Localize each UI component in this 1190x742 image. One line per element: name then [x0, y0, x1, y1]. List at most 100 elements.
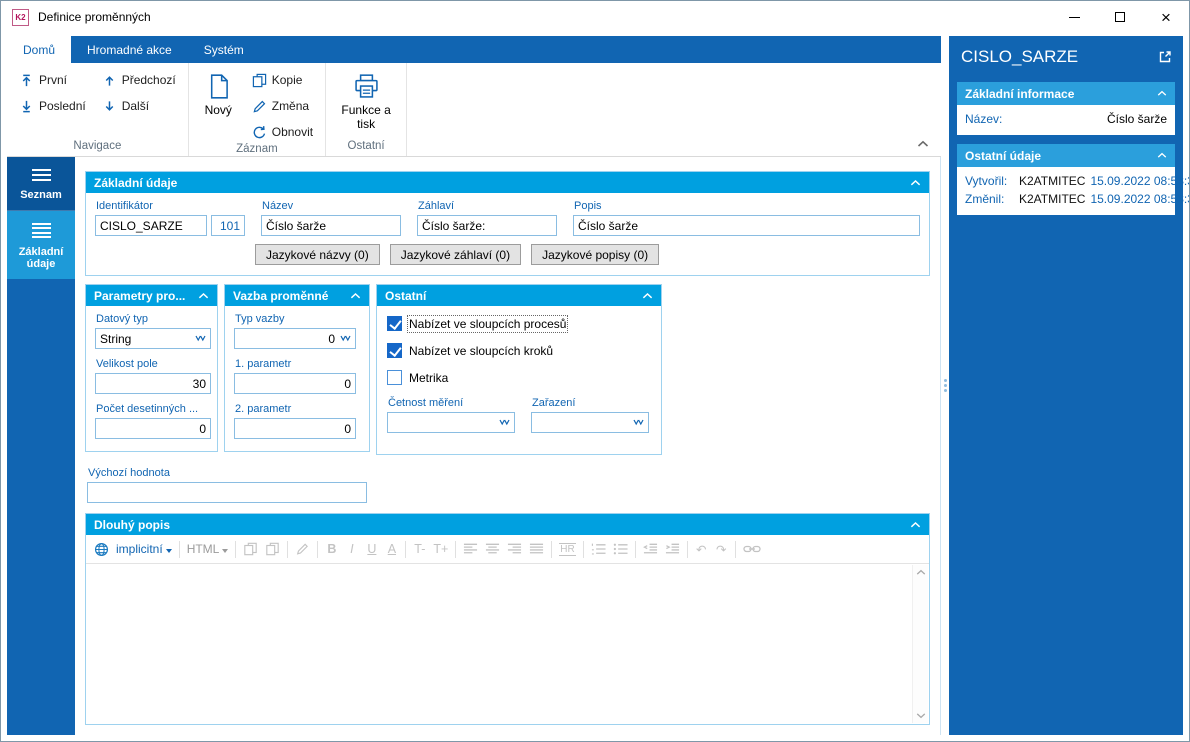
open-in-window-icon[interactable]: [1158, 50, 1172, 64]
collapse-section-icon[interactable]: [1157, 152, 1167, 159]
printer-icon: [352, 72, 381, 101]
horizontal-rule-icon[interactable]: HR: [559, 542, 576, 556]
field-typ-vazby: Typ vazby 0: [234, 313, 360, 349]
identifikator-input[interactable]: [95, 215, 207, 236]
parametr2-input[interactable]: [234, 418, 356, 439]
checkbox-row-metrika: Metrika: [387, 370, 651, 385]
group-label-navigace: Navigace: [73, 140, 122, 152]
zakladni-udaje-label: Základní údaje: [18, 245, 64, 270]
left-sidebar: Seznam Základní údaje: [7, 157, 75, 735]
html-mode-select[interactable]: HTML: [187, 542, 229, 556]
checkbox-metrika[interactable]: [387, 370, 402, 385]
parametr1-input[interactable]: [234, 373, 356, 394]
zarazeni-select[interactable]: [531, 412, 649, 433]
align-justify-icon[interactable]: [529, 542, 544, 556]
checkbox-nabizet-procesu[interactable]: [387, 316, 402, 331]
change-button[interactable]: Změna: [249, 95, 316, 117]
editor-scrollbar[interactable]: [912, 565, 928, 723]
italic-icon[interactable]: I: [345, 542, 358, 556]
close-button[interactable]: ×: [1143, 1, 1189, 33]
collapse-panel-icon[interactable]: [350, 292, 361, 300]
collapse-ribbon-icon[interactable]: [917, 140, 929, 148]
collapse-panel-icon[interactable]: [642, 292, 653, 300]
zmenil-date: 15.09.2022 08:53:31: [1090, 192, 1190, 206]
scroll-up-icon[interactable]: [916, 569, 926, 576]
panel-vazba-promenne: Vazba proměnné Typ vazby 0 1. parametr 0…: [224, 284, 370, 452]
functions-print-button[interactable]: Funkce a tisk: [335, 69, 397, 140]
collapse-panel-icon[interactable]: [910, 179, 921, 187]
first-button[interactable]: První: [16, 69, 89, 91]
previous-button[interactable]: Předchozí: [99, 69, 179, 91]
checkbox-label[interactable]: Nabízet ve sloupcích kroků: [409, 344, 553, 358]
minimize-button[interactable]: [1051, 1, 1097, 33]
font-decrease-icon[interactable]: T-: [413, 542, 426, 556]
datovy-typ-select[interactable]: String: [95, 328, 211, 349]
editor-content[interactable]: [86, 564, 929, 724]
tab-domu[interactable]: Domů: [7, 36, 72, 63]
collapse-panel-icon[interactable]: [198, 292, 209, 300]
section-header-zakladni-informace[interactable]: Základní informace: [957, 82, 1175, 105]
cetnost-mereni-label: Četnost měření: [388, 397, 464, 409]
checkbox-label[interactable]: Nabízet ve sloupcích procesů: [406, 314, 569, 333]
paste-icon[interactable]: [265, 542, 280, 556]
sidebar-item-zakladni-udaje[interactable]: Základní údaje: [7, 211, 75, 279]
pocet-desetinnych-input[interactable]: [95, 418, 211, 439]
scroll-down-icon[interactable]: [916, 712, 926, 719]
new-button[interactable]: Nový: [198, 69, 239, 143]
arrow-down-icon: [102, 99, 117, 114]
language-select[interactable]: implicitní: [116, 542, 172, 556]
collapse-panel-icon[interactable]: [910, 521, 921, 529]
outdent-icon[interactable]: [643, 542, 658, 556]
checkbox-nabizet-kroku[interactable]: [387, 343, 402, 358]
combo-dropdown-icon: [340, 335, 351, 342]
indent-icon[interactable]: [665, 542, 680, 556]
vychozi-hodnota-input[interactable]: [87, 482, 367, 503]
ribbon: První Poslední Předchozí Další Navigace …: [7, 63, 941, 157]
zahlavi-input[interactable]: [417, 215, 557, 236]
ribbon-empty-area: [407, 63, 941, 156]
popis-input[interactable]: [573, 215, 920, 236]
tab-hromadne-akce[interactable]: Hromadné akce: [71, 36, 188, 63]
font-color-icon[interactable]: A: [385, 542, 398, 556]
collapse-section-icon[interactable]: [1157, 90, 1167, 97]
align-center-icon[interactable]: [485, 542, 500, 556]
combo-dropdown-icon: [499, 419, 510, 426]
jazykove-nazvy-button[interactable]: Jazykové názvy (0): [255, 244, 380, 265]
section-header-ostatni-udaje[interactable]: Ostatní údaje: [957, 144, 1175, 167]
align-left-icon[interactable]: [463, 542, 478, 556]
refresh-button[interactable]: Obnovit: [249, 121, 316, 143]
ordered-list-icon[interactable]: [591, 542, 606, 556]
underline-icon[interactable]: U: [365, 542, 378, 556]
undo-icon[interactable]: ↶: [695, 542, 708, 557]
panel-splitter[interactable]: [941, 36, 949, 735]
copy-icon[interactable]: [243, 542, 258, 556]
identifikator-label: Identifikátor: [96, 200, 153, 212]
group-label-ostatni: Ostatní: [347, 140, 385, 152]
jazykove-popisy-button[interactable]: Jazykové popisy (0): [531, 244, 660, 265]
last-button[interactable]: Poslední: [16, 95, 89, 117]
align-right-icon[interactable]: [507, 542, 522, 556]
zmenil-user: K2ATMITEC: [1019, 192, 1086, 206]
vytvoril-label: Vytvořil:: [965, 174, 1008, 188]
unordered-list-icon[interactable]: [613, 542, 628, 556]
redo-icon[interactable]: ↷: [715, 542, 728, 557]
nazev-label: Název:: [965, 112, 1003, 126]
bold-icon[interactable]: B: [325, 542, 338, 556]
sidebar-item-seznam[interactable]: Seznam: [7, 157, 75, 211]
next-button[interactable]: Další: [99, 95, 179, 117]
typ-vazby-select[interactable]: 0: [234, 328, 356, 349]
cetnost-mereni-select[interactable]: [387, 412, 515, 433]
maximize-button[interactable]: [1097, 1, 1143, 33]
copy-button[interactable]: Kopie: [249, 69, 316, 91]
identifikator-number-input[interactable]: [211, 215, 245, 236]
velikost-pole-input[interactable]: [95, 373, 211, 394]
checkbox-label[interactable]: Metrika: [409, 371, 448, 385]
tab-system[interactable]: Systém: [188, 36, 260, 63]
vytvoril-date: 15.09.2022 08:53:31: [1090, 174, 1190, 188]
jazykove-zahlavi-button[interactable]: Jazykové záhlaví (0): [389, 244, 522, 265]
font-increase-icon[interactable]: T+: [433, 542, 448, 556]
nazev-input[interactable]: [261, 215, 401, 236]
link-icon[interactable]: [743, 544, 761, 554]
edit-icon[interactable]: [295, 542, 310, 556]
nazev-value: Číslo šarže: [1106, 112, 1167, 126]
